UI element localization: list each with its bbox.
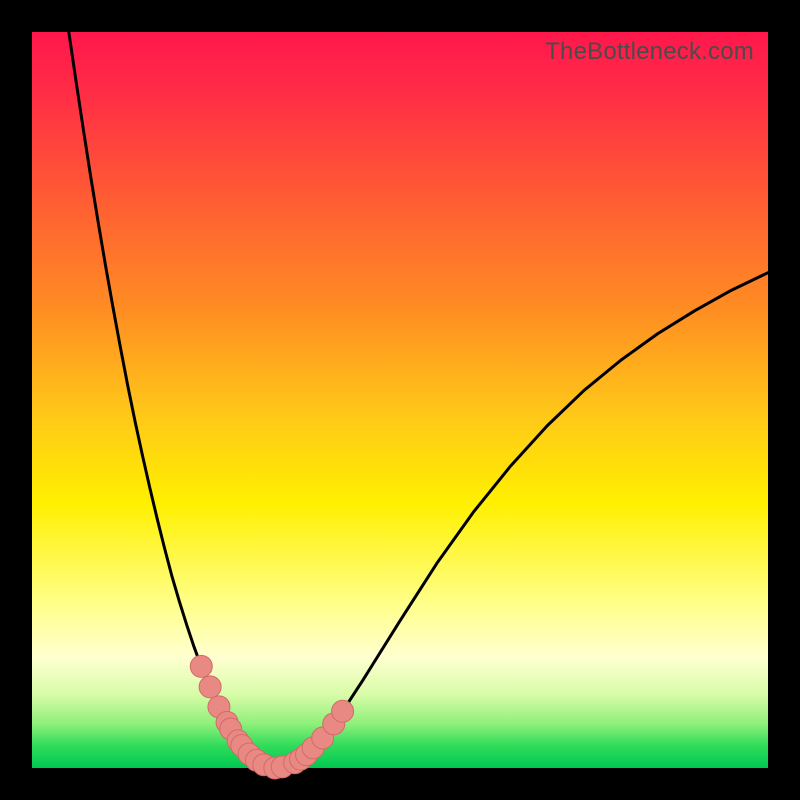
watermark-text: TheBottleneck.com — [545, 38, 754, 66]
scatter-marker — [190, 655, 212, 677]
scatter-marker — [312, 727, 334, 749]
bottleneck-curve — [69, 32, 768, 768]
scatter-marker — [253, 754, 275, 776]
scatter-markers — [190, 655, 353, 779]
scatter-marker — [323, 713, 345, 735]
curve-layer — [32, 32, 768, 768]
scatter-marker — [245, 749, 267, 771]
marker-layer — [32, 32, 768, 768]
scatter-marker — [220, 718, 242, 740]
scatter-marker — [199, 676, 221, 698]
scatter-marker — [238, 743, 260, 765]
scatter-marker — [208, 696, 230, 718]
scatter-marker — [231, 735, 253, 757]
scatter-marker — [332, 700, 354, 722]
scatter-marker — [296, 744, 318, 766]
chart-stage: TheBottleneck.com — [0, 0, 800, 800]
scatter-marker — [290, 748, 312, 770]
scatter-marker — [284, 752, 306, 774]
scatter-marker — [216, 711, 238, 733]
plot-area: TheBottleneck.com — [32, 32, 768, 768]
scatter-marker — [271, 756, 293, 778]
scatter-marker — [227, 730, 249, 752]
scatter-marker — [302, 737, 324, 759]
scatter-marker — [264, 757, 286, 779]
